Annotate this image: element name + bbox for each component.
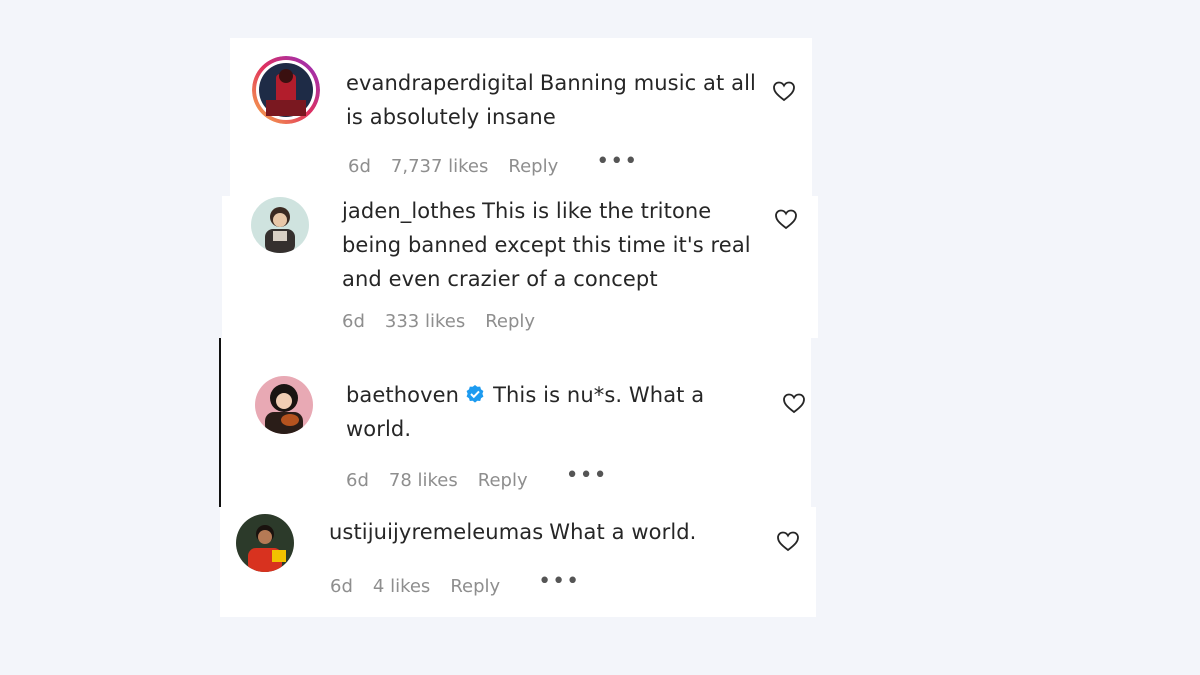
comment-meta: 6d 78 likes Reply ••• (346, 463, 608, 491)
comment-meta: 6d 4 likes Reply ••• (330, 569, 580, 597)
comment-meta: 6d 333 likes Reply (342, 311, 573, 332)
user-avatar-icon (236, 514, 294, 572)
comment-likes[interactable]: 78 likes (389, 470, 458, 491)
more-options-icon[interactable]: ••• (538, 569, 580, 594)
reply-button[interactable]: Reply (485, 311, 535, 332)
comment-time: 6d (330, 576, 353, 597)
avatar-ustijuijyremeleumas[interactable] (236, 514, 294, 572)
user-avatar-icon (251, 197, 309, 253)
avatar-evandraperdigital[interactable] (252, 56, 320, 124)
comment-text-block: baethoven This is nu*s. What a world. (346, 378, 746, 446)
comment-text-block: evandraperdigital Banning music at all is… (346, 66, 756, 134)
reply-button[interactable]: Reply (450, 576, 500, 597)
like-heart-icon[interactable] (776, 530, 800, 552)
comment-time: 6d (342, 311, 365, 332)
comment-username[interactable]: jaden_lothes (342, 199, 476, 223)
like-heart-icon[interactable] (782, 392, 806, 414)
comment-likes[interactable]: 4 likes (373, 576, 430, 597)
user-avatar-icon (255, 376, 313, 434)
comment-username[interactable]: baethoven (346, 383, 459, 407)
comments-screenshot: evandraperdigital Banning music at all is… (0, 0, 1200, 675)
reply-button[interactable]: Reply (478, 470, 528, 491)
more-options-icon[interactable]: ••• (566, 463, 608, 488)
comment-time: 6d (346, 470, 369, 491)
comment-likes[interactable]: 7,737 likes (391, 156, 489, 177)
comment-username[interactable]: evandraperdigital (346, 71, 534, 95)
thread-divider (219, 338, 221, 507)
avatar-jaden-lothes[interactable] (251, 197, 309, 253)
reply-button[interactable]: Reply (508, 156, 558, 177)
comment-meta: 6d 7,737 likes Reply ••• (348, 149, 638, 177)
story-ring-avatar-icon (252, 56, 320, 124)
comment-likes[interactable]: 333 likes (385, 311, 465, 332)
comment-text-block: ustijuijyremeleumas What a world. (329, 515, 759, 549)
verified-badge-icon (466, 385, 484, 403)
comment-body: What a world. (549, 520, 697, 544)
avatar-baethoven[interactable] (255, 376, 313, 434)
comment-text-block: jaden_lothes This is like the tritone bei… (342, 194, 762, 296)
comment-time: 6d (348, 156, 371, 177)
like-heart-icon[interactable] (772, 80, 796, 102)
comment-username[interactable]: ustijuijyremeleumas (329, 520, 543, 544)
more-options-icon[interactable]: ••• (596, 149, 638, 174)
like-heart-icon[interactable] (774, 208, 798, 230)
